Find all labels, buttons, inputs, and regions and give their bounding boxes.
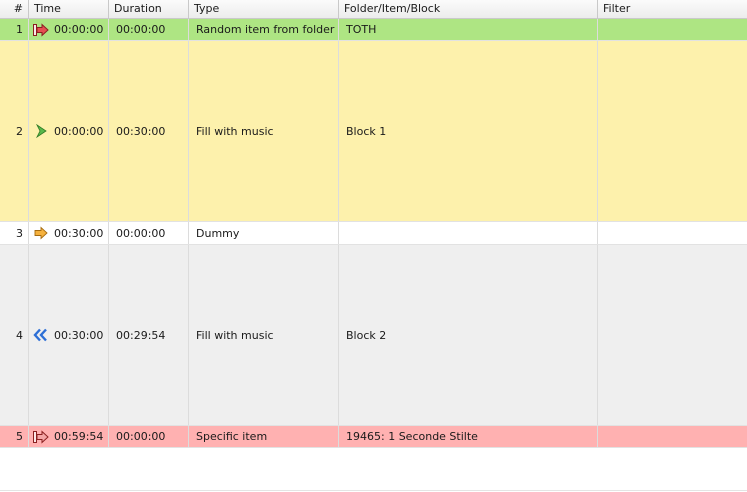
table-row[interactable]: 5 00:59:54 00:00:00 Specific item 19465:… (0, 426, 747, 448)
folder-item-block-cell: TOTH (339, 19, 598, 40)
time-cell: 00:30:00 (29, 245, 109, 425)
time-value: 00:30:00 (54, 328, 104, 342)
type-cell: Fill with music (189, 41, 339, 221)
duration-cell: 00:00:00 (109, 19, 189, 40)
type-cell: Specific item (189, 426, 339, 447)
grid-bottom-divider (0, 490, 747, 491)
type-cell: Dummy (189, 222, 339, 244)
double-chevron-left-icon (33, 327, 49, 343)
column-header-time[interactable]: Time (29, 0, 109, 18)
row-number: 3 (0, 222, 29, 244)
column-header-folder-item-block[interactable]: Folder/Item/Block (339, 0, 598, 18)
orange-arrow-icon (33, 225, 49, 241)
time-cell: 00:00:00 (29, 19, 109, 40)
duration-cell: 00:29:54 (109, 245, 189, 425)
type-cell: Fill with music (189, 245, 339, 425)
row-number: 4 (0, 245, 29, 425)
folder-item-block-cell: 19465: 1 Seconde Stilte (339, 426, 598, 447)
table-row[interactable]: 4 00:30:00 00:29:54 Fill with music Bloc… (0, 245, 747, 426)
row-number: 2 (0, 41, 29, 221)
column-header-type[interactable]: Type (189, 0, 339, 18)
time-value: 00:00:00 (54, 124, 104, 138)
play-arrow-icon (33, 123, 49, 139)
filter-cell (598, 426, 747, 447)
folder-item-block-cell: Block 2 (339, 245, 598, 425)
time-value: 00:59:54 (54, 430, 104, 443)
column-header-number[interactable]: # (0, 0, 29, 18)
type-cell: Random item from folder (189, 19, 339, 40)
filter-cell (598, 19, 747, 40)
filter-cell (598, 41, 747, 221)
filter-cell (598, 245, 747, 425)
time-cell: 00:00:00 (29, 41, 109, 221)
filter-cell (598, 222, 747, 244)
folder-item-block-cell (339, 222, 598, 244)
duration-cell: 00:00:00 (109, 426, 189, 447)
table-row[interactable]: 3 00:30:00 00:00:00 Dummy (0, 222, 747, 245)
row-number: 5 (0, 426, 29, 447)
grid-header: # Time Duration Type Folder/Item/Block F… (0, 0, 747, 19)
specific-item-icon (33, 429, 49, 445)
folder-item-block-cell: Block 1 (339, 41, 598, 221)
time-value: 00:00:00 (54, 23, 104, 36)
time-cell: 00:30:00 (29, 222, 109, 244)
column-header-duration[interactable]: Duration (109, 0, 189, 18)
table-row[interactable]: 2 00:00:00 00:30:00 Fill with music Bloc… (0, 41, 747, 222)
duration-cell: 00:00:00 (109, 222, 189, 244)
duration-cell: 00:30:00 (109, 41, 189, 221)
time-value: 00:30:00 (54, 226, 104, 240)
table-row[interactable]: 1 00:00:00 00:00:00 Random item from fol… (0, 19, 747, 41)
column-header-filter[interactable]: Filter (598, 0, 747, 18)
random-item-icon (33, 22, 49, 38)
time-cell: 00:59:54 (29, 426, 109, 447)
row-number: 1 (0, 19, 29, 40)
